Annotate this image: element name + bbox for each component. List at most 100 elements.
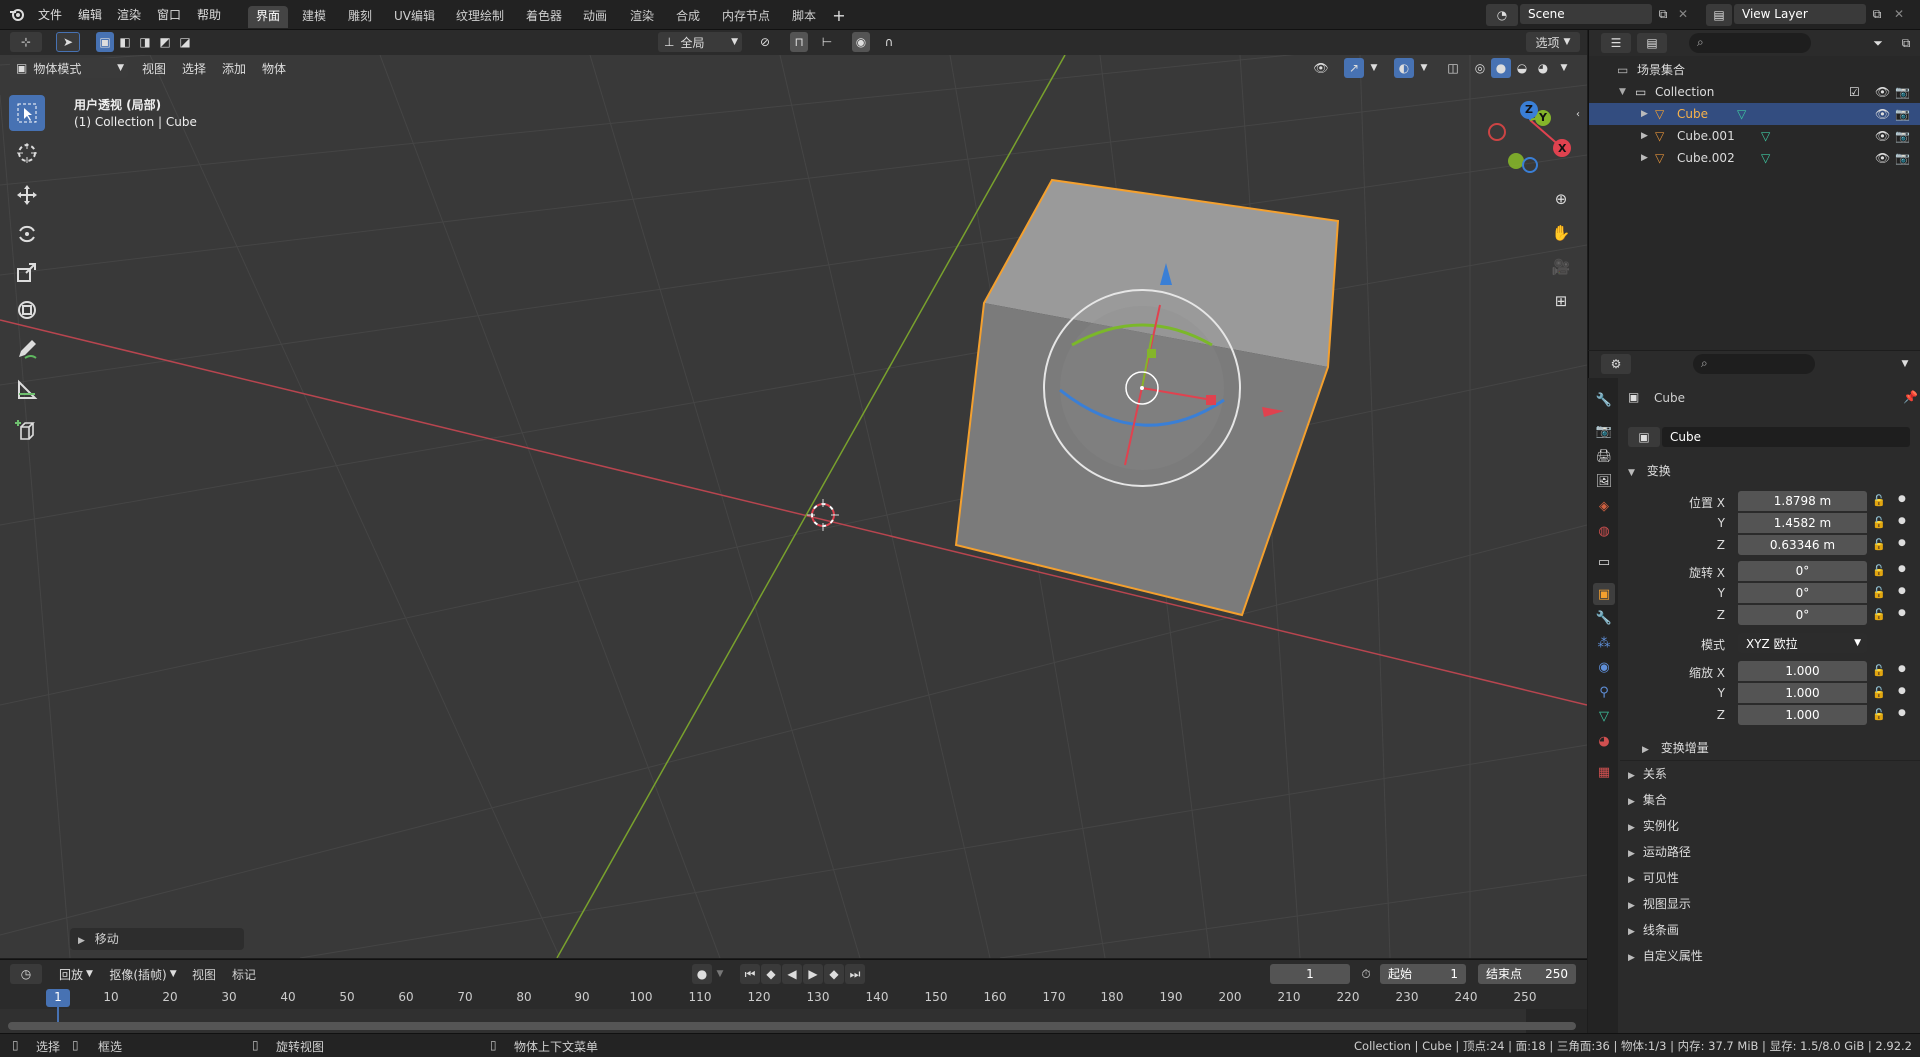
delete-scene-icon[interactable]: ✕ bbox=[1674, 5, 1692, 23]
object-browse-icon[interactable]: ▣ bbox=[1628, 427, 1660, 447]
overlay-toggle-icon[interactable]: ◐ bbox=[1394, 58, 1414, 78]
timeline-editor-type-icon[interactable]: ◷ bbox=[10, 964, 42, 984]
tab-uv-editing[interactable]: UV编辑 bbox=[386, 6, 443, 28]
shading-material-icon[interactable]: ◒ bbox=[1512, 58, 1532, 78]
timeline-area[interactable]: 1 10 20 30 40 50 60 70 80 90 100 110 120… bbox=[0, 987, 1587, 1033]
display-mode-icon[interactable]: ▤ bbox=[1637, 33, 1667, 53]
chevron-down-icon[interactable]: ▼ bbox=[1366, 58, 1382, 78]
new-view-layer-icon[interactable]: ⧉ bbox=[1868, 5, 1886, 23]
end-frame-field[interactable]: 结束点 250 bbox=[1478, 964, 1576, 984]
current-frame-field[interactable]: 1 bbox=[1270, 964, 1350, 984]
panel-viewport-display[interactable]: ▶ 视图显示 bbox=[1628, 895, 1691, 912]
rotation-z-field[interactable]: 0° bbox=[1738, 605, 1867, 625]
camera-icon[interactable]: 📷 bbox=[1895, 103, 1910, 125]
view-layer-field[interactable]: View Layer bbox=[1734, 4, 1866, 24]
panel-collections[interactable]: ▶ 集合 bbox=[1628, 791, 1667, 808]
outliner-search-input[interactable]: ⌕ bbox=[1689, 33, 1811, 53]
tab-rendering[interactable]: 渲染 bbox=[622, 6, 662, 28]
collection-tab-icon[interactable]: ▭ bbox=[1594, 552, 1614, 572]
tab-geometry-nodes[interactable]: 内存节点 bbox=[714, 6, 778, 28]
physics-tab-icon[interactable]: ◉ bbox=[1594, 657, 1614, 677]
panel-relations[interactable]: ▶ 关系 bbox=[1628, 765, 1667, 782]
tool-measure-icon[interactable] bbox=[9, 372, 45, 408]
tab-modeling[interactable]: 建模 bbox=[294, 6, 334, 28]
tool-add-cube-icon[interactable] bbox=[9, 413, 45, 449]
tab-scripting[interactable]: 脚本 bbox=[784, 6, 824, 28]
outliner-row-cube-001[interactable]: ▶ ▽ Cube.001 ▽ 👁 📷 bbox=[1589, 125, 1920, 147]
tool-annotate-icon[interactable] bbox=[9, 331, 45, 367]
visibility-icon[interactable]: 👁 bbox=[1306, 58, 1336, 78]
view-layer-browse-icon[interactable]: ▤ bbox=[1706, 4, 1732, 26]
lock-icon[interactable]: 🔓 bbox=[1872, 516, 1886, 529]
texture-tab-icon[interactable]: ▦ bbox=[1594, 762, 1614, 782]
select-mode-new-icon[interactable]: ▣ bbox=[96, 32, 114, 52]
lock-icon[interactable]: 🔓 bbox=[1872, 608, 1886, 621]
start-frame-field[interactable]: 起始 1 bbox=[1380, 964, 1466, 984]
panel-custom-properties[interactable]: ▶ 自定义属性 bbox=[1628, 947, 1703, 964]
properties-search-input[interactable]: ⌕ bbox=[1693, 354, 1815, 374]
lock-icon[interactable]: 🔓 bbox=[1872, 564, 1886, 577]
lock-icon[interactable]: 🔓 bbox=[1872, 586, 1886, 599]
scale-x-field[interactable]: 1.000 bbox=[1738, 661, 1867, 681]
keyframe-dot-icon[interactable]: ● bbox=[1898, 494, 1906, 504]
select-mode-subtract-icon[interactable]: ◨ bbox=[136, 32, 154, 52]
scale-y-field[interactable]: 1.000 bbox=[1738, 683, 1867, 703]
outliner-row-scene-collection[interactable]: ▭ 场景集合 bbox=[1589, 59, 1920, 81]
jump-start-icon[interactable]: ⏮ bbox=[740, 964, 760, 984]
tab-sculpting[interactable]: 雕刻 bbox=[340, 6, 380, 28]
play-reverse-icon[interactable]: ◀ bbox=[782, 964, 802, 984]
keyframe-dot-icon[interactable]: ● bbox=[1898, 538, 1906, 548]
scale-z-field[interactable]: 1.000 bbox=[1738, 705, 1867, 725]
keyframe-dot-icon[interactable]: ● bbox=[1898, 516, 1906, 526]
chevron-down-icon[interactable]: ▼ bbox=[1416, 58, 1432, 78]
eye-icon[interactable]: 👁 bbox=[1875, 147, 1890, 169]
scene-name-field[interactable]: Scene bbox=[1520, 4, 1652, 24]
chevron-down-icon[interactable]: ▼ bbox=[1556, 58, 1572, 78]
menu-file[interactable]: 文件 bbox=[38, 6, 62, 23]
menu-help[interactable]: 帮助 bbox=[197, 6, 221, 23]
keyframe-dot-icon[interactable]: ● bbox=[1898, 586, 1906, 596]
tool-scale-icon[interactable] bbox=[9, 254, 45, 290]
filter-icon[interactable]: ⏷ bbox=[1863, 33, 1893, 53]
3d-viewport[interactable]: X Y Z ▣ 物体模式 ▼ 视图 选择 添加 物体 👁 ↗ ▼ ◐ ▼ ◫ ◎… bbox=[0, 55, 1587, 958]
particles-tab-icon[interactable]: ⁂ bbox=[1594, 633, 1614, 653]
tab-layout[interactable]: 界面 bbox=[248, 6, 289, 28]
keyframe-dot-icon[interactable]: ● bbox=[1898, 664, 1906, 674]
timeline-marker-menu[interactable]: 标记 bbox=[232, 966, 256, 983]
eye-icon[interactable]: 👁 bbox=[1875, 125, 1890, 147]
menu-render[interactable]: 渲染 bbox=[117, 6, 141, 23]
object-tab-icon[interactable]: ▣ bbox=[1593, 583, 1615, 605]
playback-menu[interactable]: 回放 ▼ bbox=[54, 964, 98, 984]
outliner-row-cube[interactable]: ▶ ▽ Cube ▽ 👁 📷 bbox=[1589, 103, 1920, 125]
lock-icon[interactable]: 🔓 bbox=[1872, 494, 1886, 507]
delta-transform-header[interactable]: ▶ 变换增量 bbox=[1642, 739, 1709, 756]
output-tab-icon[interactable]: 🖨 bbox=[1594, 446, 1614, 466]
pivot-point-icon[interactable]: ⊘ bbox=[752, 32, 778, 52]
jump-end-icon[interactable]: ⏭ bbox=[845, 964, 865, 984]
mode-dropdown[interactable]: ▣ 物体模式 ▼ bbox=[10, 58, 128, 78]
outliner-editor-type-icon[interactable]: ☰ bbox=[1601, 33, 1631, 53]
camera-icon[interactable]: 📷 bbox=[1895, 125, 1910, 147]
eye-icon[interactable]: 👁 bbox=[1875, 103, 1890, 125]
tool-rotate-icon[interactable] bbox=[9, 216, 45, 252]
lock-icon[interactable]: 🔓 bbox=[1872, 664, 1886, 677]
data-tab-icon[interactable]: ▽ bbox=[1594, 706, 1614, 726]
new-scene-icon[interactable]: ⧉ bbox=[1654, 5, 1672, 23]
play-icon[interactable]: ▶ bbox=[803, 964, 823, 984]
falloff-icon[interactable]: ∩ bbox=[874, 32, 904, 52]
pin-icon[interactable]: 📌 bbox=[1903, 390, 1918, 404]
camera-view-icon[interactable]: 🎥 bbox=[1547, 253, 1575, 281]
add-workspace-icon[interactable]: + bbox=[830, 6, 848, 25]
ortho-grid-icon[interactable]: ⊞ bbox=[1547, 287, 1575, 315]
exclude-checkbox-icon[interactable]: ☑ bbox=[1849, 81, 1860, 103]
shading-rendered-icon[interactable]: ◕ bbox=[1533, 58, 1553, 78]
chevron-down-icon[interactable]: ▼ bbox=[1895, 354, 1915, 374]
proportional-edit-icon[interactable]: ◉ bbox=[852, 32, 870, 52]
viewport-menu-add[interactable]: 添加 bbox=[222, 60, 246, 77]
new-collection-icon[interactable]: ⧉ bbox=[1895, 33, 1917, 53]
timeline-scrollbar[interactable] bbox=[8, 1022, 1576, 1030]
rotation-y-field[interactable]: 0° bbox=[1738, 583, 1867, 603]
keying-menu[interactable]: 抠像(插帧) ▼ bbox=[104, 964, 182, 984]
object-datablock-field[interactable]: Cube bbox=[1662, 427, 1910, 447]
select-tool-icon[interactable]: ➤ bbox=[56, 32, 80, 52]
